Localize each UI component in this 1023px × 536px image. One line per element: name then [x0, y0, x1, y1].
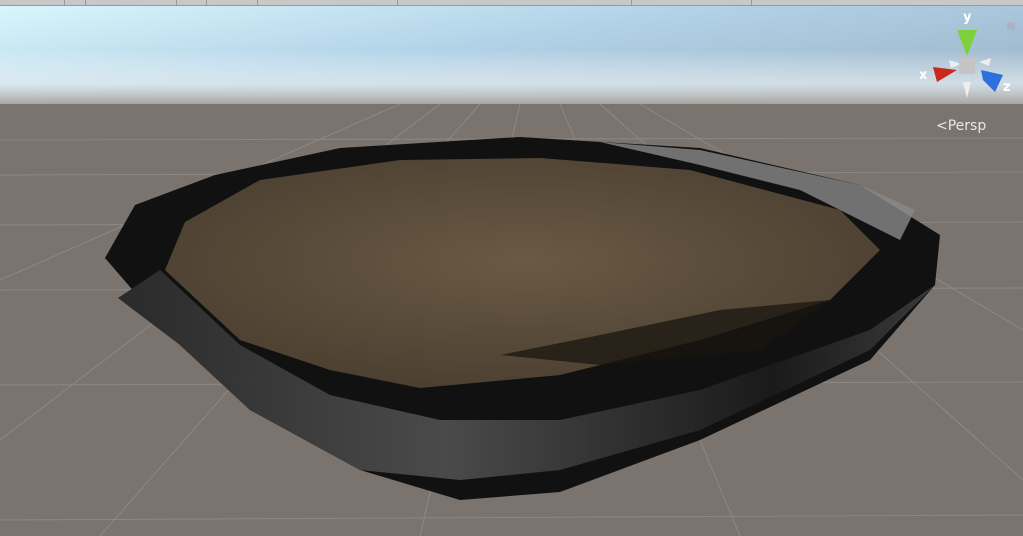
- lock-icon[interactable]: [1007, 22, 1015, 30]
- neg-y-cone[interactable]: [963, 82, 971, 98]
- x-axis-label: x: [919, 68, 928, 83]
- z-axis-label: z: [1003, 80, 1011, 95]
- toolbar-segment[interactable]: [177, 0, 208, 5]
- toolbar-segment[interactable]: [398, 0, 633, 5]
- toolbar-segment[interactable]: [207, 0, 258, 5]
- center-cube[interactable]: [959, 58, 975, 74]
- toolbar-segment[interactable]: [632, 0, 753, 5]
- z-axis-cone[interactable]: [981, 70, 1003, 92]
- horizon-haze: [0, 50, 1023, 106]
- toolbar-segment[interactable]: [0, 0, 66, 5]
- scene-viewport[interactable]: [0, 6, 1023, 536]
- x-axis-cone[interactable]: [933, 67, 957, 82]
- projection-label: Persp: [947, 118, 987, 134]
- toolbar-segment[interactable]: [65, 0, 87, 5]
- y-axis-cone[interactable]: [957, 30, 977, 56]
- projection-toggle[interactable]: <Persp: [936, 118, 986, 134]
- toolbar-segment[interactable]: [258, 0, 398, 5]
- chevron-left-icon: <: [936, 118, 948, 134]
- y-axis-label: y: [963, 10, 972, 25]
- toolbar-segment[interactable]: [752, 0, 1023, 5]
- toolbar-segment[interactable]: [86, 0, 177, 5]
